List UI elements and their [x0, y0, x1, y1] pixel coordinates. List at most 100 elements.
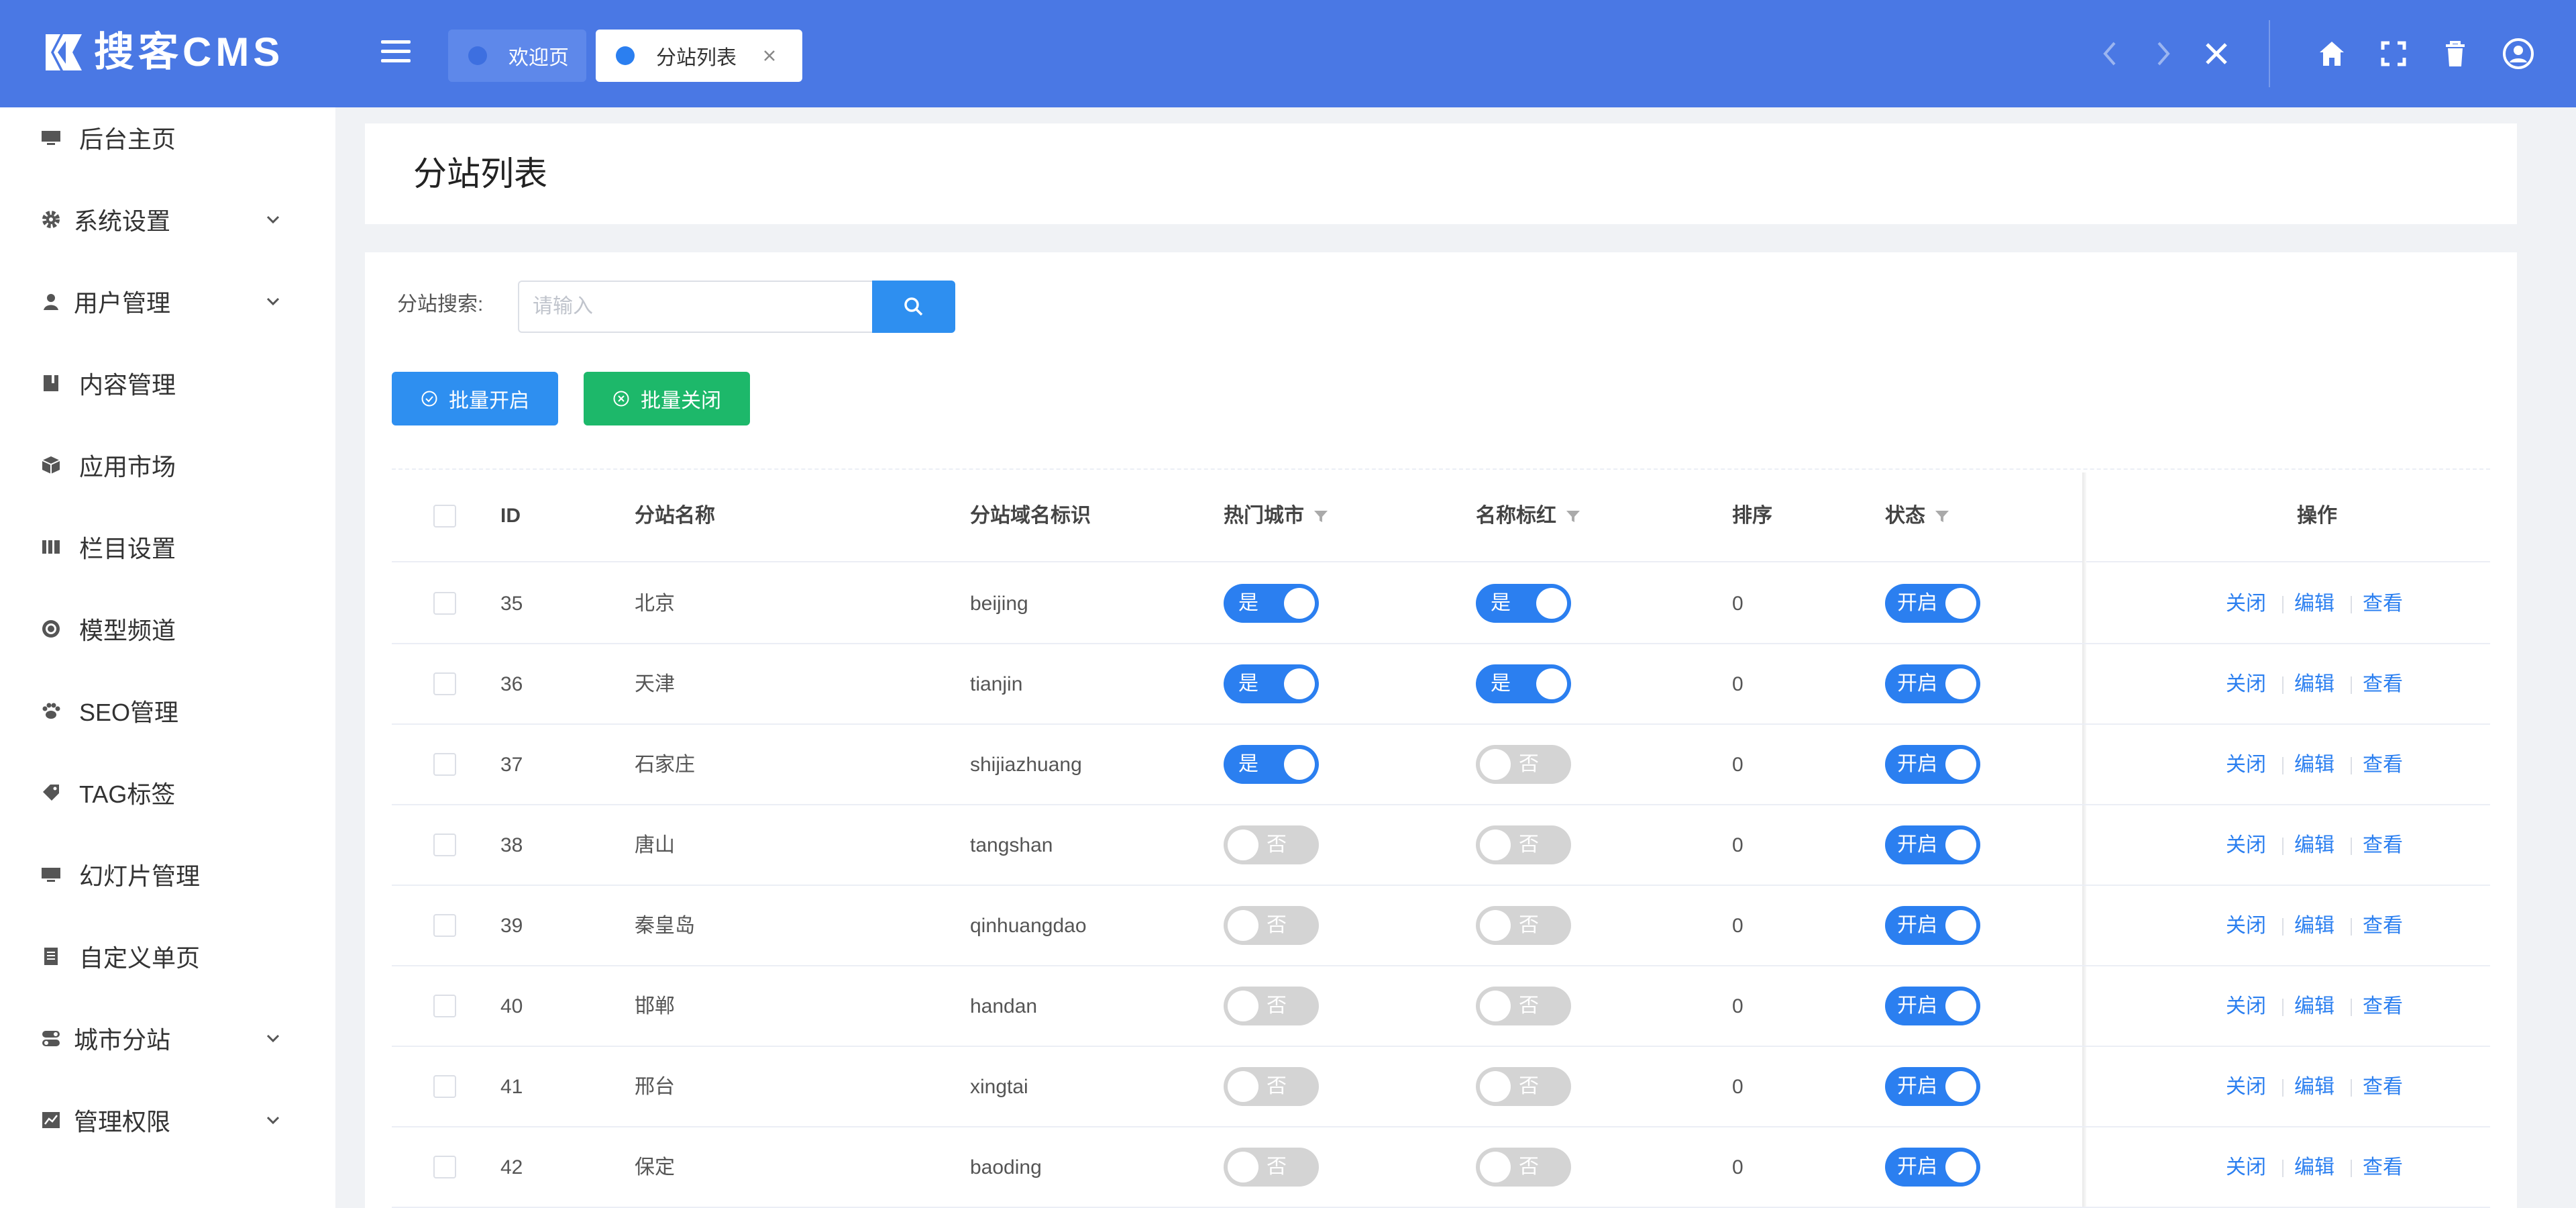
- close-link[interactable]: 关闭: [2226, 1047, 2266, 1127]
- hot-city-switch[interactable]: 否: [1224, 1067, 1319, 1106]
- name-red-switch[interactable]: 否: [1476, 987, 1571, 1025]
- edit-link[interactable]: 编辑: [2294, 564, 2334, 644]
- cell-domain: xingtai: [970, 1076, 1028, 1098]
- view-link[interactable]: 查看: [2363, 886, 2403, 966]
- status-switch[interactable]: 开启: [1885, 745, 1980, 784]
- status-switch[interactable]: 开启: [1885, 906, 1980, 945]
- user-icon[interactable]: [2502, 38, 2534, 70]
- hot-city-switch[interactable]: 否: [1224, 987, 1319, 1025]
- sidebar-item-tags[interactable]: TAG标签: [0, 762, 335, 823]
- close-link[interactable]: 关闭: [2226, 1127, 2266, 1208]
- name-red-switch[interactable]: 否: [1476, 906, 1571, 945]
- close-link[interactable]: 关闭: [2226, 644, 2266, 725]
- status-switch[interactable]: 开启: [1885, 825, 1980, 864]
- switch-knob: [1228, 1071, 1258, 1102]
- chevron-left-icon[interactable]: [2094, 38, 2127, 70]
- search-label: 分站搜索:: [397, 293, 484, 315]
- edit-link[interactable]: 编辑: [2294, 644, 2334, 725]
- sidebar-item-seo[interactable]: SEO管理: [0, 681, 335, 741]
- status-switch[interactable]: 开启: [1885, 1067, 1980, 1106]
- sidebar-item-app-market[interactable]: 应用市场: [0, 435, 335, 495]
- switch-knob: [1536, 588, 1567, 619]
- chevron-right-icon[interactable]: [2147, 38, 2179, 70]
- row-checkbox[interactable]: [433, 1075, 456, 1098]
- sidebar-item-custom-pages[interactable]: 自定义单页: [0, 926, 335, 987]
- name-red-switch[interactable]: 否: [1476, 825, 1571, 864]
- sidebar-item-system-settings[interactable]: 系统设置: [0, 189, 335, 250]
- row-checkbox[interactable]: [433, 995, 456, 1017]
- fullscreen-icon[interactable]: [2377, 38, 2410, 70]
- close-link[interactable]: 关闭: [2226, 564, 2266, 644]
- status-switch[interactable]: 开启: [1885, 664, 1980, 703]
- sidebar-item-admin-permissions[interactable]: 管理权限: [0, 1090, 335, 1150]
- search-input[interactable]: [518, 281, 872, 333]
- home-icon[interactable]: [2316, 38, 2348, 70]
- status-switch[interactable]: 开启: [1885, 584, 1980, 623]
- row-checkbox[interactable]: [433, 834, 456, 856]
- hot-city-switch[interactable]: 是: [1224, 664, 1319, 703]
- menu-toggle-icon[interactable]: [381, 40, 411, 67]
- sidebar-item-city-sites[interactable]: 城市分站: [0, 1008, 335, 1068]
- hot-city-switch[interactable]: 是: [1224, 745, 1319, 784]
- status-switch[interactable]: 开启: [1885, 987, 1980, 1025]
- view-link[interactable]: 查看: [2363, 1047, 2403, 1127]
- trash-icon[interactable]: [2439, 38, 2471, 70]
- close-link[interactable]: 关闭: [2226, 886, 2266, 966]
- filter-icon[interactable]: [1312, 507, 1330, 525]
- hot-city-switch[interactable]: 否: [1224, 1148, 1319, 1187]
- hot-city-switch[interactable]: 否: [1224, 906, 1319, 945]
- view-link[interactable]: 查看: [2363, 644, 2403, 725]
- edit-link[interactable]: 编辑: [2294, 1127, 2334, 1208]
- batch-close-button[interactable]: 批量关闭: [584, 372, 750, 425]
- edit-link[interactable]: 编辑: [2294, 1047, 2334, 1127]
- hot-city-switch[interactable]: 否: [1224, 825, 1319, 864]
- batch-open-button[interactable]: 批量开启: [392, 372, 558, 425]
- hot-city-switch[interactable]: 是: [1224, 584, 1319, 623]
- cell-sort: 0: [1732, 673, 1743, 695]
- view-link[interactable]: 查看: [2363, 1127, 2403, 1208]
- close-link[interactable]: 关闭: [2226, 725, 2266, 805]
- edit-link[interactable]: 编辑: [2294, 725, 2334, 805]
- select-all-checkbox[interactable]: [433, 505, 456, 527]
- sidebar-item-slides[interactable]: 幻灯片管理: [0, 844, 335, 905]
- sidebar-item-dashboard[interactable]: 后台主页: [0, 107, 335, 168]
- sidebar-item-label: TAG标签: [79, 781, 176, 808]
- tab-site-list[interactable]: 分站列表: [596, 30, 802, 82]
- search-button[interactable]: [872, 281, 955, 333]
- close-link[interactable]: 关闭: [2226, 966, 2266, 1047]
- view-link[interactable]: 查看: [2363, 725, 2403, 805]
- row-checkbox[interactable]: [433, 753, 456, 776]
- filter-icon[interactable]: [1564, 507, 1582, 525]
- view-link[interactable]: 查看: [2363, 966, 2403, 1047]
- close-all-icon[interactable]: [2200, 38, 2233, 70]
- name-red-switch[interactable]: 否: [1476, 1067, 1571, 1106]
- switch-knob: [1945, 668, 1976, 699]
- app-logo[interactable]: 搜客CMS: [43, 26, 284, 79]
- sidebar-item-content-management[interactable]: 内容管理: [0, 353, 335, 413]
- cell-domain: baoding: [970, 1156, 1042, 1178]
- close-link[interactable]: 关闭: [2226, 805, 2266, 886]
- name-red-switch[interactable]: 是: [1476, 664, 1571, 703]
- switch-label: 否: [1519, 1075, 1539, 1097]
- name-red-switch[interactable]: 否: [1476, 745, 1571, 784]
- sidebar-item-label: 幻灯片管理: [79, 862, 201, 890]
- sidebar-item-column-settings[interactable]: 栏目设置: [0, 517, 335, 577]
- row-checkbox[interactable]: [433, 914, 456, 937]
- row-checkbox[interactable]: [433, 592, 456, 615]
- close-icon[interactable]: [759, 46, 780, 66]
- row-checkbox[interactable]: [433, 672, 456, 695]
- edit-link[interactable]: 编辑: [2294, 886, 2334, 966]
- filter-icon[interactable]: [1933, 507, 1951, 525]
- view-link[interactable]: 查看: [2363, 564, 2403, 644]
- cell-sort: 0: [1732, 593, 1743, 615]
- name-red-switch[interactable]: 是: [1476, 584, 1571, 623]
- sidebar-item-model-channel[interactable]: 模型频道: [0, 599, 335, 659]
- sidebar-item-user-management[interactable]: 用户管理: [0, 271, 335, 332]
- name-red-switch[interactable]: 否: [1476, 1148, 1571, 1187]
- row-checkbox[interactable]: [433, 1156, 456, 1178]
- tab-welcome[interactable]: 欢迎页: [448, 30, 586, 82]
- status-switch[interactable]: 开启: [1885, 1148, 1980, 1187]
- view-link[interactable]: 查看: [2363, 805, 2403, 886]
- edit-link[interactable]: 编辑: [2294, 966, 2334, 1047]
- edit-link[interactable]: 编辑: [2294, 805, 2334, 886]
